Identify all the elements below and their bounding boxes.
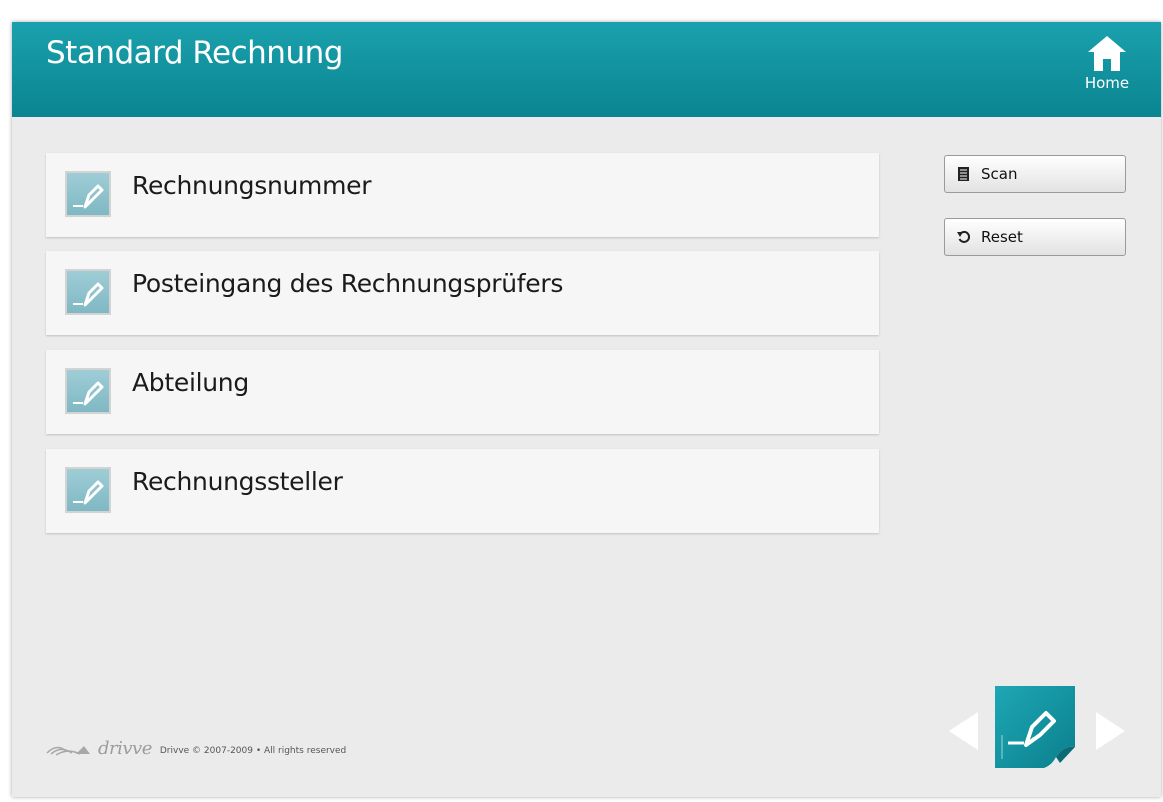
field-label: Rechnungssteller: [132, 467, 343, 496]
reset-label: Reset: [981, 228, 1023, 246]
brand-name: drivve: [98, 738, 152, 759]
edit-field-icon: [65, 269, 111, 315]
next-arrow-icon[interactable]: [1094, 710, 1128, 752]
header-bar: Standard Rechnung Home: [12, 22, 1161, 117]
reset-button[interactable]: Reset: [944, 218, 1126, 256]
drivve-app-icon: [995, 686, 1075, 768]
field-rechnungssteller[interactable]: Rechnungssteller: [46, 449, 879, 533]
home-button[interactable]: Home: [1075, 34, 1139, 100]
edit-field-icon: [65, 467, 111, 513]
copyright-text: Drivve © 2007-2009 • All rights reserved: [159, 745, 347, 756]
document-icon: [958, 167, 969, 181]
home-icon: [1088, 36, 1126, 71]
footer-branding: drivve Drivve © 2007-2009 • All rights r…: [46, 738, 346, 759]
edit-field-icon: [65, 368, 111, 414]
app-window: Standard Rechnung Home Rechnungsnummer P…: [12, 22, 1161, 797]
edit-field-icon: [65, 171, 111, 217]
field-label: Rechnungsnummer: [132, 171, 372, 200]
field-abteilung[interactable]: Abteilung: [46, 350, 879, 434]
field-posteingang[interactable]: Posteingang des Rechnungsprüfers: [46, 251, 879, 335]
home-label: Home: [1084, 74, 1130, 92]
field-label: Posteingang des Rechnungsprüfers: [132, 269, 564, 298]
page-title: Standard Rechnung: [46, 35, 343, 71]
field-rechnungsnummer[interactable]: Rechnungsnummer: [46, 153, 879, 237]
reset-icon: [957, 230, 971, 243]
scan-button[interactable]: Scan: [944, 155, 1126, 193]
drivve-logo-icon: [46, 745, 90, 756]
scan-label: Scan: [981, 165, 1018, 183]
previous-arrow-icon[interactable]: [946, 710, 980, 752]
field-label: Abteilung: [132, 368, 249, 397]
